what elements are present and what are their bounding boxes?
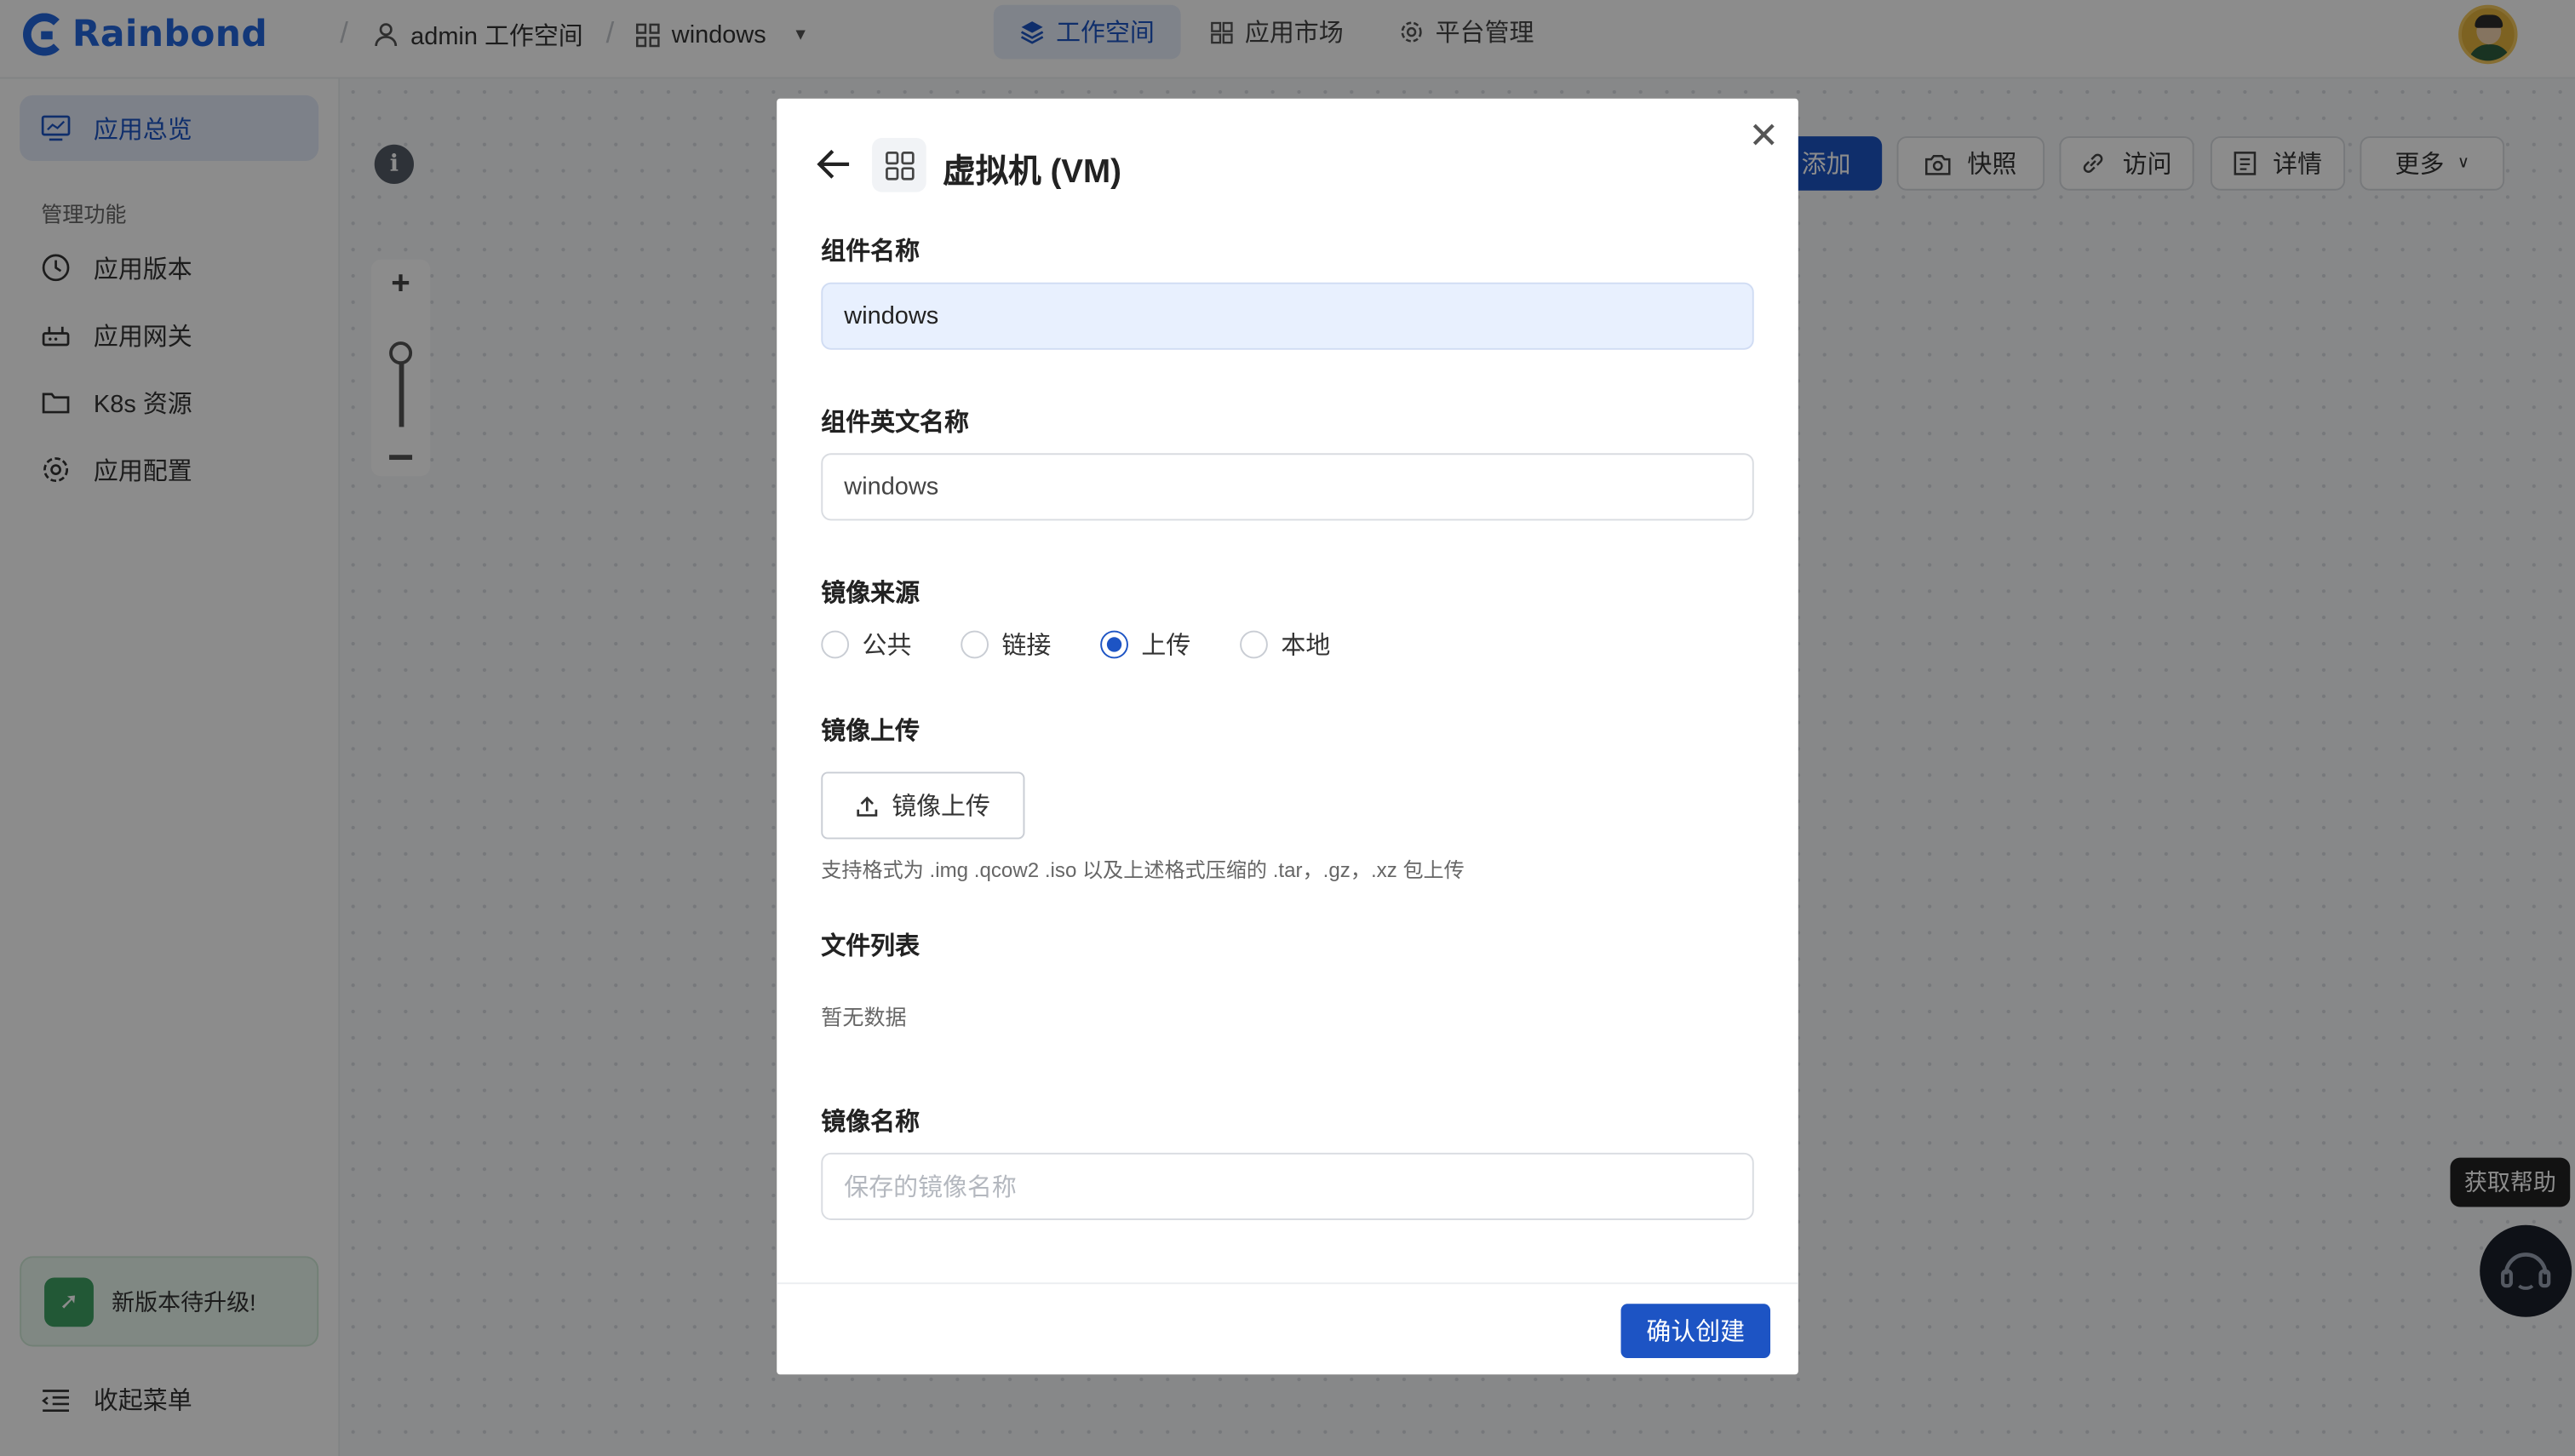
radio-public[interactable]: 公共: [821, 628, 911, 662]
file-list-empty: 暂无数据: [821, 1005, 907, 1030]
image-source-label: 镜像来源: [821, 579, 920, 608]
confirm-create-button[interactable]: 确认创建: [1620, 1304, 1771, 1358]
image-source-radio-group: 公共 链接 上传 本地: [821, 628, 1379, 662]
radio-label: 公共: [862, 632, 912, 661]
component-en-name-input[interactable]: windows: [821, 453, 1754, 521]
upload-format-hint: 支持格式为 .img .qcow2 .iso 以及上述格式压缩的 .tar，.g…: [821, 858, 1465, 882]
file-list-label: 文件列表: [821, 932, 920, 961]
radio-label: 上传: [1141, 632, 1191, 661]
radio-checked-icon: [1100, 630, 1129, 659]
upload-icon: [857, 795, 878, 816]
component-name-input[interactable]: windows: [821, 282, 1754, 350]
component-en-name-value: windows: [844, 473, 939, 502]
image-upload-button-label: 镜像上传: [892, 793, 990, 822]
close-icon[interactable]: ✕: [1746, 118, 1781, 154]
image-upload-button[interactable]: 镜像上传: [821, 771, 1025, 840]
component-name-value: windows: [844, 301, 939, 330]
radio-upload[interactable]: 上传: [1100, 628, 1190, 662]
image-name-placeholder: 保存的镜像名称: [844, 1173, 1017, 1202]
radio-local[interactable]: 本地: [1240, 628, 1330, 662]
image-upload-label: 镜像上传: [821, 717, 920, 746]
image-name-label: 镜像名称: [821, 1108, 920, 1137]
radio-circle-icon: [1240, 630, 1268, 659]
radio-circle-icon: [821, 630, 850, 659]
modal-title: 虚拟机 (VM): [943, 154, 1122, 191]
vm-grid-icon: [872, 138, 926, 192]
radio-link[interactable]: 链接: [961, 628, 1051, 662]
image-name-input[interactable]: 保存的镜像名称: [821, 1152, 1754, 1220]
modal-footer: 确认创建: [777, 1282, 1798, 1374]
component-name-label: 组件名称: [821, 238, 920, 267]
radio-label: 本地: [1281, 632, 1331, 661]
radio-circle-icon: [961, 630, 989, 659]
component-en-name-label: 组件英文名称: [821, 409, 969, 438]
back-arrow-icon[interactable]: [817, 148, 852, 189]
create-vm-modal: ✕ 虚拟机 (VM) 组件名称 windows 组件英文名称 windows 镜…: [777, 98, 1798, 1375]
radio-label: 链接: [1001, 632, 1052, 661]
confirm-create-label: 确认创建: [1646, 1318, 1746, 1347]
